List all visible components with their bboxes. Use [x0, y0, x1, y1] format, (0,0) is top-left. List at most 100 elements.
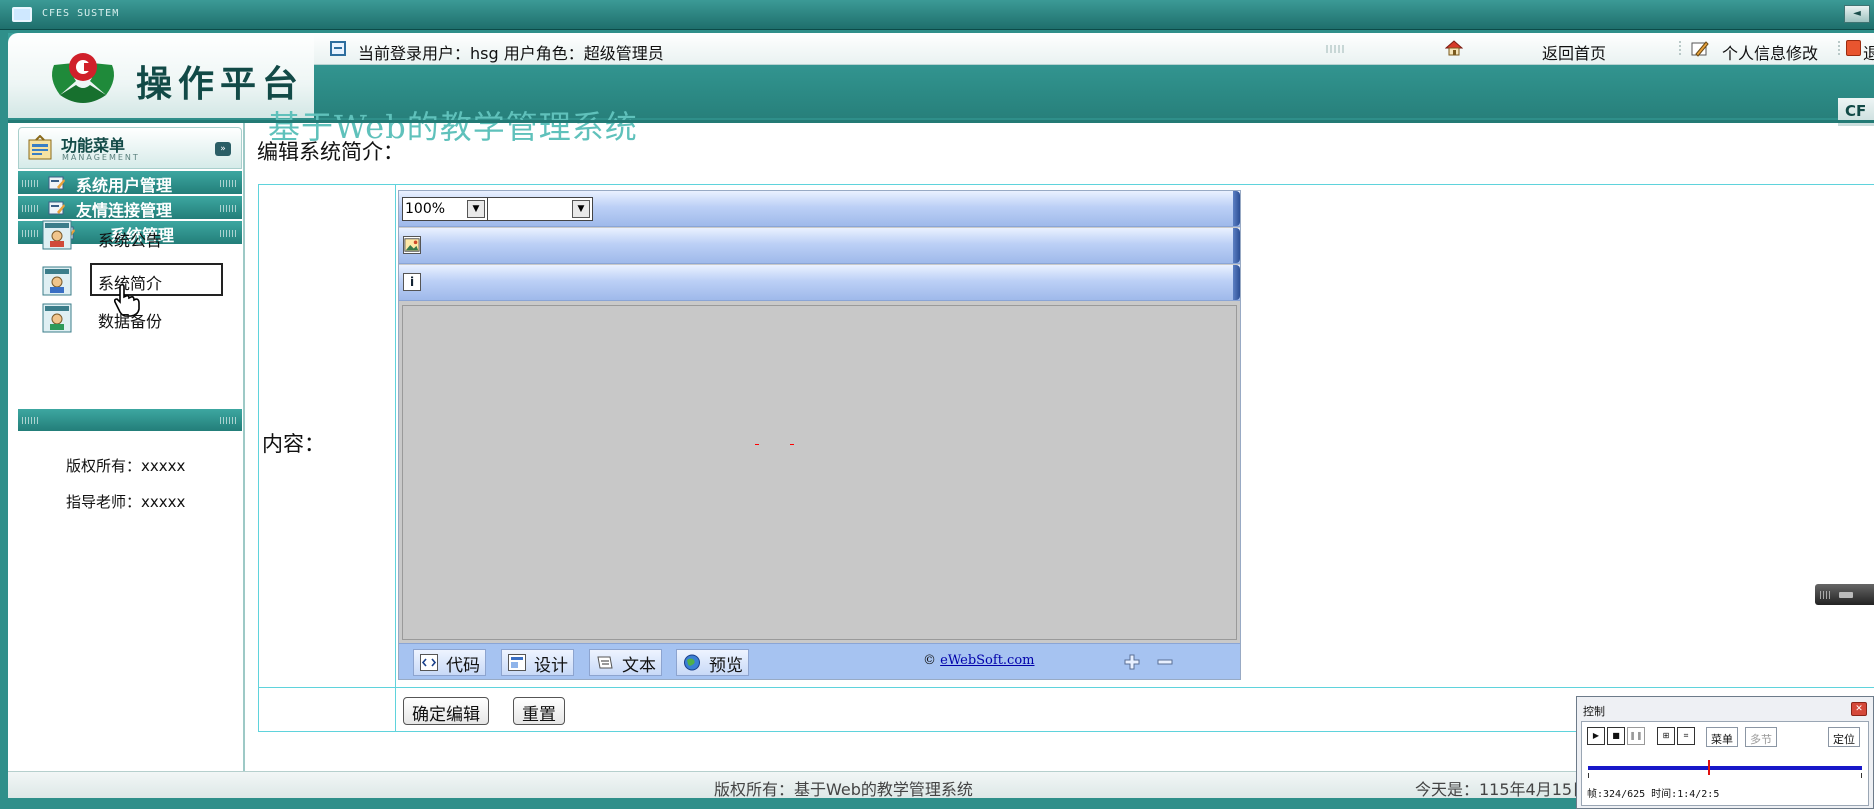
- code-icon: [420, 654, 438, 671]
- function-menu-header: 功能菜单 MANAGEMENT »: [18, 127, 242, 169]
- ewebsoft-link[interactable]: eWebSoft.com: [940, 653, 1034, 668]
- sidebar-item-backup[interactable]: 数据备份: [98, 308, 162, 332]
- app-header: 操作平台 当前登录用户：hsg 用户角色：超级管理员 返回首页 个人信息修改 退…: [0, 30, 1874, 146]
- menu-subtitle: MANAGEMENT: [62, 153, 140, 162]
- menu-board-icon: [28, 135, 52, 160]
- frame-line: [8, 120, 1874, 123]
- bank-logo-icon: [52, 53, 114, 103]
- frame-left-border: [0, 122, 8, 809]
- mode-design-label: 设计: [534, 656, 568, 676]
- menu-group-label: 友情连接管理: [76, 201, 173, 220]
- announcement-icon[interactable]: [42, 220, 72, 250]
- exit-link[interactable]: 退: [1863, 40, 1874, 64]
- chapter-button[interactable]: 多节: [1745, 727, 1777, 747]
- group-decor: [22, 205, 40, 212]
- editor-content-area[interactable]: [402, 305, 1237, 640]
- group-decor: [220, 230, 238, 237]
- window-scroll-button[interactable]: ◄: [1844, 5, 1870, 23]
- group-folder-icon: [48, 201, 65, 215]
- sidebar-item-announcement[interactable]: 系统公告: [98, 227, 162, 251]
- logo-text: 操作平台: [136, 63, 305, 105]
- sidebar-teacher: 指导老师：xxxxx: [66, 493, 186, 511]
- preview-icon: [684, 654, 700, 671]
- exit-icon[interactable]: [1846, 40, 1861, 56]
- confirm-edit-button[interactable]: 确定编辑: [403, 697, 489, 725]
- player-menu-button[interactable]: 菜单: [1706, 727, 1738, 747]
- editor-mode-bar: 代码 设计 文本 预览 © eWebSoft.com: [399, 643, 1240, 679]
- enlarge-icon[interactable]: [1123, 653, 1141, 671]
- track-tick: [1588, 773, 1589, 778]
- sidebar-divider: [18, 409, 242, 431]
- info-icon[interactable]: i: [403, 273, 421, 291]
- playback-status: 帧:324/625 时间:1:4/2:5: [1587, 789, 1720, 800]
- mode-code-label: 代码: [446, 656, 480, 676]
- toolbar-end-cap: [1233, 265, 1240, 300]
- mode-text-label: 文本: [622, 656, 656, 676]
- group-decor: [220, 180, 238, 187]
- close-icon[interactable]: ✕: [1851, 702, 1867, 716]
- copyright-symbol: ©: [923, 653, 936, 668]
- rich-text-editor: 100% ▼ ▼ i 代码 设计 文本 预览 © eWebSoft.com: [398, 190, 1241, 680]
- mode-code-button[interactable]: 代码: [413, 649, 486, 676]
- content-label: 内容：: [262, 432, 325, 456]
- progress-knob[interactable]: [1708, 760, 1711, 775]
- stop-icon[interactable]: ■: [1607, 727, 1625, 745]
- window-title: CFES SUSTEM: [42, 8, 120, 19]
- editor-toolbar-row: [399, 228, 1240, 264]
- image-insert-icon[interactable]: [403, 236, 421, 254]
- group-decor: [22, 230, 40, 237]
- zoom-value: 100%: [405, 201, 446, 217]
- link-separator: [1679, 41, 1681, 57]
- profile-edit-link[interactable]: 个人信息修改: [1722, 40, 1818, 64]
- current-user-info: 当前登录用户：hsg 用户角色：超级管理员: [358, 44, 664, 63]
- home-link[interactable]: 返回首页: [1542, 40, 1606, 64]
- toolbar-end-cap: [1233, 191, 1240, 226]
- page-title: 编辑系统简介：: [257, 140, 404, 164]
- mode-design-button[interactable]: 设计: [501, 649, 574, 676]
- table-column-divider: [395, 185, 396, 731]
- chevron-down-icon[interactable]: ▼: [572, 200, 590, 218]
- group-decor: [22, 180, 40, 187]
- mode-text-button[interactable]: 文本: [589, 649, 662, 676]
- editor-copyright: © eWebSoft.com: [923, 653, 1035, 668]
- zoom-select[interactable]: 100% ▼: [402, 197, 488, 221]
- user-info-strip: 当前登录用户：hsg 用户角色：超级管理员 返回首页 个人信息修改 退: [314, 33, 1874, 65]
- sidebar-copyright: 版权所有：xxxxx: [66, 457, 186, 475]
- reset-button[interactable]: 重置: [513, 697, 565, 725]
- side-panel-handle[interactable]: [1815, 584, 1874, 605]
- footer-copyright: 版权所有：基于Web的教学管理系统: [714, 780, 973, 799]
- menu-group-label: 系统用户管理: [76, 176, 173, 195]
- group-decor: [220, 205, 238, 212]
- backup-icon[interactable]: [42, 303, 72, 333]
- control-panel-title: 控制: [1583, 705, 1605, 718]
- play-icon[interactable]: ▶: [1587, 727, 1605, 745]
- style-select[interactable]: ▼: [487, 197, 593, 221]
- introduction-icon[interactable]: [42, 266, 72, 296]
- editor-toolbar-row: 100% ▼ ▼: [399, 191, 1240, 227]
- progress-track[interactable]: [1588, 766, 1862, 770]
- caret-mark: [790, 444, 794, 445]
- mode-preview-label: 预览: [709, 656, 743, 676]
- shrink-icon[interactable]: [1156, 653, 1174, 671]
- fit-window-icon[interactable]: ⊞: [1657, 727, 1675, 745]
- strip-divider: [1326, 45, 1346, 53]
- home-icon[interactable]: [1445, 39, 1463, 57]
- edit-profile-icon[interactable]: [1691, 40, 1709, 58]
- design-icon: [508, 654, 526, 671]
- editor-toolbar-row: i: [399, 265, 1240, 301]
- menu-group-link-management[interactable]: 友情连接管理: [18, 196, 242, 220]
- chevron-down-icon[interactable]: ▼: [467, 200, 485, 218]
- player-control-panel: 控制 ✕ ▶ ■ ❚❚ ⊞ ⌗ 菜单 多节 定位 帧:324/625 时间:1:…: [1576, 696, 1874, 809]
- mode-preview-button[interactable]: 预览: [676, 649, 749, 676]
- pause-icon[interactable]: ❚❚: [1627, 727, 1645, 745]
- document-icon: [330, 41, 346, 56]
- link-separator: [1838, 41, 1840, 57]
- menu-collapse-icon[interactable]: »: [215, 142, 231, 156]
- menu-group-user-management[interactable]: 系统用户管理: [18, 171, 242, 195]
- fullscreen-icon[interactable]: ⌗: [1677, 727, 1695, 745]
- caret-mark: [755, 444, 759, 445]
- table-row-divider: [259, 687, 1874, 688]
- locate-button[interactable]: 定位: [1828, 727, 1860, 747]
- group-folder-icon: [48, 176, 65, 190]
- control-panel-body: ▶ ■ ❚❚ ⊞ ⌗ 菜单 多节 定位 帧:324/625 时间:1:4/2:5: [1581, 721, 1869, 806]
